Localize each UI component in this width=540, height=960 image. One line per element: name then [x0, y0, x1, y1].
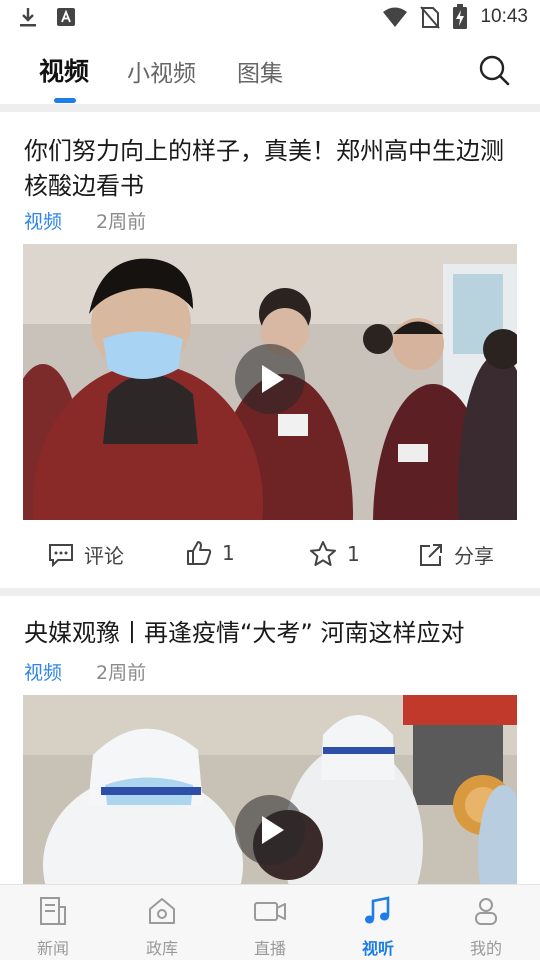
download-icon	[20, 8, 36, 27]
camera-icon	[254, 902, 286, 921]
nav-live-label: 直播	[253, 939, 286, 958]
play-button-icon[interactable]	[235, 795, 305, 865]
home-icon	[149, 898, 175, 924]
card-meta: 视频 2周前	[24, 207, 146, 234]
category-tag[interactable]: 视频	[24, 211, 62, 233]
nav-news[interactable]: 新闻	[23, 895, 83, 959]
favorite-button[interactable]: 1	[309, 540, 360, 567]
video-thumbnail[interactable]	[23, 695, 517, 884]
publish-time: 2周前	[96, 662, 147, 684]
star-icon	[310, 541, 336, 566]
comment-label: 评论	[84, 544, 124, 568]
no-sim-icon	[420, 6, 441, 29]
publish-time: 2周前	[96, 211, 147, 233]
like-count: 1	[222, 541, 235, 565]
nav-profile[interactable]: 我的	[456, 895, 516, 959]
news-card[interactable]: 央媒观豫丨再逢疫情“大考” 河南这样应对 视频 2周前	[0, 596, 540, 884]
music-note-icon	[365, 896, 390, 924]
news-icon	[40, 897, 66, 925]
card-title[interactable]: 你们努力向上的样子，真美！郑州高中生边测核酸边看书	[24, 134, 520, 204]
card-action-bar: 评论 1 1 分享	[0, 524, 540, 584]
favorite-count: 1	[347, 541, 360, 566]
video-thumbnail[interactable]	[23, 244, 517, 520]
nav-audiovisual-label: 视听	[361, 939, 394, 958]
card-title[interactable]: 央媒观豫丨再逢疫情“大考” 河南这样应对	[24, 616, 520, 651]
tab-short-video[interactable]: 小视频	[127, 54, 196, 88]
category-tag[interactable]: 视频	[24, 662, 62, 684]
nav-news-label: 新闻	[36, 939, 69, 958]
thumbs-up-icon	[187, 541, 212, 565]
share-label: 分享	[454, 544, 494, 568]
top-tab-bar: 视频 小视频 图集	[0, 36, 540, 104]
divider	[0, 104, 540, 112]
comment-button[interactable]: 评论	[48, 540, 124, 569]
news-card[interactable]: 你们努力向上的样子，真美！郑州高中生边测核酸边看书 视频 2周前 评论 1 1 …	[0, 112, 540, 588]
nav-profile-label: 我的	[469, 939, 502, 958]
profile-icon	[475, 898, 497, 925]
bottom-navigation: 新闻 政库 直播 视听 我的	[0, 884, 540, 960]
nav-live[interactable]: 直播	[240, 895, 300, 959]
nav-policy-label: 政库	[145, 939, 178, 958]
divider	[0, 588, 540, 596]
play-button-icon[interactable]	[235, 344, 305, 414]
tab-gallery[interactable]: 图集	[237, 54, 283, 88]
app-notification-icon	[57, 8, 75, 26]
card-meta: 视频 2周前	[24, 658, 146, 685]
comment-icon	[49, 543, 73, 567]
tab-video[interactable]: 视频	[39, 52, 89, 88]
nav-policy[interactable]: 政库	[132, 895, 192, 959]
nav-audiovisual[interactable]: 视听	[348, 895, 408, 959]
share-icon	[420, 543, 442, 566]
wifi-icon	[383, 7, 408, 27]
share-button[interactable]: 分享	[418, 540, 494, 569]
active-tab-indicator	[54, 98, 76, 103]
search-icon[interactable]	[478, 54, 510, 86]
status-time: 10:43	[480, 6, 528, 27]
like-button[interactable]: 1	[186, 540, 235, 566]
status-bar: 10:43	[0, 0, 540, 36]
battery-charging-icon	[453, 4, 468, 29]
